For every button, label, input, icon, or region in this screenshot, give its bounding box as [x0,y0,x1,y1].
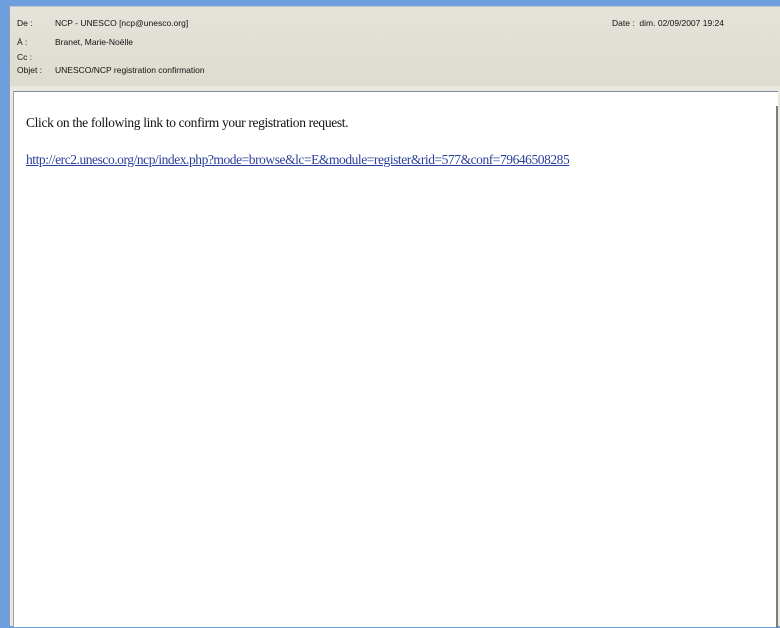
email-header: De : NCP - UNESCO [ncp@unesco.org] À : Bra… [10,7,780,86]
date-field: Date : dim. 02/09/2007 19:24 [612,18,724,28]
vertical-scrollbar[interactable] [776,106,778,628]
to-row: À : Branet, Marie-Noëlle [17,37,133,47]
from-label: De : [17,18,33,28]
to-label: À : [17,37,28,47]
to-value[interactable]: Branet, Marie-Noëlle [55,37,133,47]
subject-label: Objet : [17,65,43,75]
from-row: De : NCP - UNESCO [ncp@unesco.org] [17,18,188,28]
date-label: Date : [612,18,635,28]
cc-row: Cc : [17,52,55,62]
subject-row: Objet : UNESCO/NCP registration confirmat… [17,65,205,75]
email-message-window: De : NCP - UNESCO [ncp@unesco.org] À : Bra… [9,6,780,628]
message-text: Click on the following link to confirm y… [26,115,349,130]
subject-value: UNESCO/NCP registration confirmation [55,65,205,75]
confirmation-link[interactable]: http://erc2.unesco.org/ncp/index.php?mod… [26,152,570,168]
cc-label: Cc : [17,52,33,62]
date-value: dim. 02/09/2007 19:24 [639,18,725,28]
message-body[interactable]: Click on the following link to confirm y… [13,91,778,628]
from-value[interactable]: NCP - UNESCO [ncp@unesco.org] [55,18,188,28]
